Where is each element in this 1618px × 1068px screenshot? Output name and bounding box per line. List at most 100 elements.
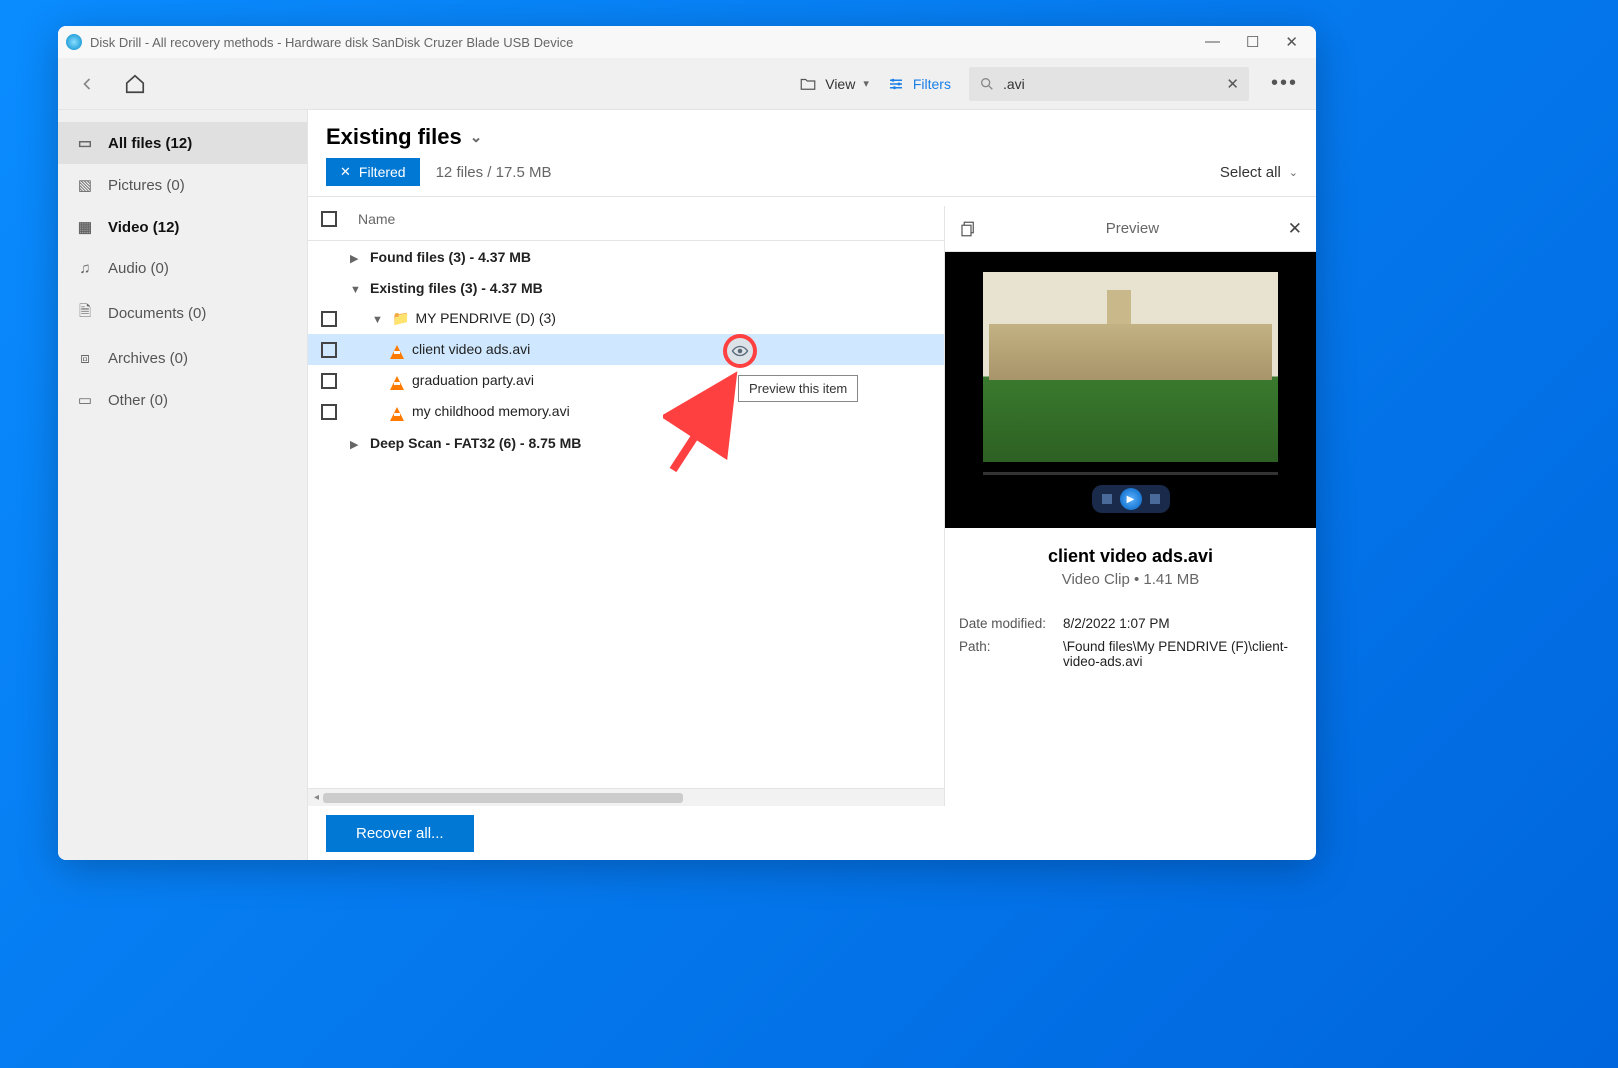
collapse-icon: ▼ <box>372 314 386 326</box>
home-button[interactable] <box>120 69 150 99</box>
sidebar-item-video[interactable]: ▦ Video (12) <box>58 206 307 248</box>
scroll-left-icon: ◂ <box>314 792 319 803</box>
app-icon <box>66 34 82 50</box>
vlc-icon <box>390 345 404 359</box>
sidebar-item-label: Pictures (0) <box>108 177 185 194</box>
search-input[interactable] <box>1003 76 1218 92</box>
group-label: Existing files (3) - 4.37 MB <box>370 280 543 296</box>
view-label: View <box>825 76 855 92</box>
filtered-chip[interactable]: ✕ Filtered <box>326 158 420 186</box>
main-panel: Existing files ⌄ ✕ Filtered 12 files / 1… <box>308 110 1316 860</box>
meta-value: 8/2/2022 1:07 PM <box>1063 616 1302 631</box>
preview-type-size: Video Clip • 1.41 MB <box>959 571 1302 588</box>
search-icon <box>979 76 995 92</box>
folder-icon <box>799 75 817 93</box>
preview-info: client video ads.avi Video Clip • 1.41 M… <box>945 528 1316 606</box>
sidebar-item-label: Video (12) <box>108 219 179 236</box>
chevron-down-icon: ⌄ <box>470 128 483 146</box>
titlebar: Disk Drill - All recovery methods - Hard… <box>58 26 1316 58</box>
select-all-checkbox[interactable] <box>321 211 337 227</box>
sidebar-item-pictures[interactable]: ▧ Pictures (0) <box>58 164 307 206</box>
search-clear-button[interactable]: ✕ <box>1226 75 1239 93</box>
folder-icon: 📁 <box>392 310 409 326</box>
body: ▭ All files (12) ▧ Pictures (0) ▦ Video … <box>58 110 1316 860</box>
view-dropdown[interactable]: View ▾ <box>799 75 869 93</box>
subheader: ✕ Filtered 12 files / 17.5 MB Select all… <box>308 158 1316 196</box>
expand-icon: ▶ <box>350 252 364 265</box>
sliders-icon <box>887 75 905 93</box>
file-name: graduation party.avi <box>412 372 534 388</box>
row-checkbox[interactable] <box>321 342 337 358</box>
sidebar-item-all-files[interactable]: ▭ All files (12) <box>58 122 307 164</box>
chevron-down-icon: ▾ <box>863 77 869 90</box>
view-title: Existing files <box>326 124 462 150</box>
meta-label: Date modified: <box>959 616 1063 631</box>
preview-metadata: Date modified: 8/2/2022 1:07 PM Path: \F… <box>945 606 1316 687</box>
next-button[interactable] <box>1150 494 1160 504</box>
preview-header: Preview ✕ <box>945 206 1316 252</box>
video-icon: ▦ <box>76 218 94 236</box>
file-name: client video ads.avi <box>412 341 530 357</box>
row-checkbox[interactable] <box>321 311 337 327</box>
preview-close-button[interactable]: ✕ <box>1288 219 1302 239</box>
stack-icon: ▭ <box>76 134 94 152</box>
preview-thumbnail: ▶ <box>945 252 1316 528</box>
meta-value: \Found files\My PENDRIVE (F)\client-vide… <box>1063 639 1302 669</box>
maximize-button[interactable]: ☐ <box>1246 33 1259 51</box>
preview-panel: Preview ✕ ▶ client video ads.avi Video C… <box>944 206 1316 806</box>
video-frame <box>983 272 1278 462</box>
video-scrubber[interactable] <box>983 472 1278 475</box>
minimize-button[interactable]: — <box>1205 33 1220 51</box>
sidebar-item-other[interactable]: ▭ Other (0) <box>58 379 307 421</box>
search-box[interactable]: ✕ <box>969 67 1249 101</box>
sidebar-item-label: Audio (0) <box>108 260 169 277</box>
window-title: Disk Drill - All recovery methods - Hard… <box>90 35 573 50</box>
sidebar-item-label: Documents (0) <box>108 305 206 322</box>
sidebar-item-documents[interactable]: 🗎 Documents (0) <box>58 289 307 338</box>
vlc-icon <box>390 376 404 390</box>
prev-button[interactable] <box>1102 494 1112 504</box>
expand-icon: ▶ <box>350 438 364 451</box>
filters-button[interactable]: Filters <box>887 75 951 93</box>
preview-title: Preview <box>977 220 1288 237</box>
toolbar: View ▾ Filters ✕ ••• <box>58 58 1316 110</box>
back-button[interactable] <box>72 69 102 99</box>
close-icon: ✕ <box>340 164 351 180</box>
select-all-dropdown[interactable]: Select all ⌄ <box>1220 164 1298 181</box>
preview-eye-button[interactable] <box>723 334 757 368</box>
folder-label: MY PENDRIVE (D) (3) <box>415 310 556 326</box>
more-button[interactable]: ••• <box>1267 72 1302 95</box>
sidebar-item-label: All files (12) <box>108 135 192 152</box>
group-label: Deep Scan - FAT32 (6) - 8.75 MB <box>370 435 581 451</box>
app-window: Disk Drill - All recovery methods - Hard… <box>58 26 1316 860</box>
archives-icon: ⧈ <box>76 350 94 367</box>
preview-tooltip: Preview this item <box>738 375 858 402</box>
group-label: Found files (3) - 4.37 MB <box>370 249 531 265</box>
recover-all-button[interactable]: Recover all... <box>326 815 474 852</box>
sidebar-item-audio[interactable]: ♫ Audio (0) <box>58 248 307 289</box>
filtered-label: Filtered <box>359 164 406 180</box>
sidebar-item-archives[interactable]: ⧈ Archives (0) <box>58 338 307 379</box>
chevron-down-icon: ⌄ <box>1289 166 1298 179</box>
audio-icon: ♫ <box>76 260 94 277</box>
other-icon: ▭ <box>76 391 94 409</box>
row-checkbox[interactable] <box>321 404 337 420</box>
meta-label: Path: <box>959 639 1063 669</box>
preview-filename: client video ads.avi <box>959 546 1302 567</box>
filters-label: Filters <box>913 76 951 92</box>
scrollbar-thumb[interactable] <box>323 793 683 803</box>
file-count: 12 files / 17.5 MB <box>436 164 552 181</box>
footer: Recover all... <box>308 806 1316 860</box>
copy-icon[interactable] <box>959 220 977 238</box>
sidebar-item-label: Other (0) <box>108 392 168 409</box>
window-controls: — ☐ ✕ <box>1205 33 1308 51</box>
vlc-icon <box>390 407 404 421</box>
view-title-dropdown[interactable]: Existing files ⌄ <box>326 124 482 150</box>
pictures-icon: ▧ <box>76 176 94 194</box>
documents-icon: 🗎 <box>76 301 94 326</box>
select-all-label: Select all <box>1220 164 1281 181</box>
close-button[interactable]: ✕ <box>1285 33 1298 51</box>
main-header: Existing files ⌄ <box>308 110 1316 158</box>
row-checkbox[interactable] <box>321 373 337 389</box>
play-button[interactable]: ▶ <box>1120 488 1142 510</box>
